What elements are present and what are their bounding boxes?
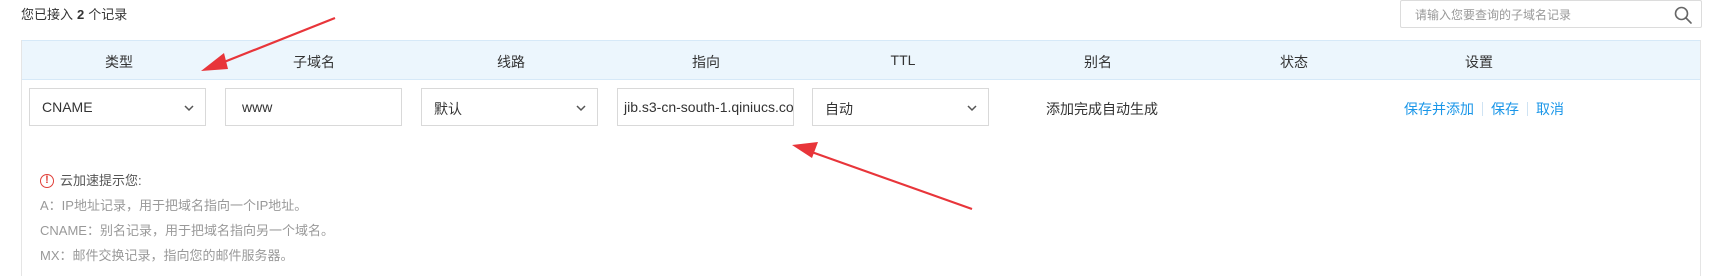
dns-record-table: 类型 子域名 线路 指向 TTL 别名 状态 设置 CNAME www 默认 j… [21,40,1701,276]
tip-line-cname: CNAME：别名记录，用于把域名指向另一个域名。 [40,223,334,238]
cloud-acceleration-tips: ! 云加速提示您: A：IP地址记录，用于把域名指向一个IP地址。 CNAME：… [40,168,334,268]
action-divider [1482,102,1483,116]
line-value: 默认 [434,101,462,117]
tip-line-a: A：IP地址记录，用于把域名指向一个IP地址。 [40,198,308,213]
target-input[interactable]: jib.s3-cn-south-1.qiniucs.com [617,88,794,126]
record-count-suffix: 个记录 [88,7,128,22]
warning-icon: ! [40,173,54,188]
subdomain-value: www [242,99,273,115]
column-header-line: 线路 [497,54,525,70]
action-divider [1527,102,1528,116]
tip-line-mx: MX：邮件交换记录，指向您的邮件服务器。 [40,248,294,263]
column-header-settings: 设置 [1465,54,1493,70]
chevron-down-icon[interactable] [183,101,195,113]
row-actions: 保存并添加 保存 取消 [1404,99,1564,119]
column-header-target: 指向 [692,54,720,70]
record-count-prefix: 您已接入 [21,7,74,22]
tips-title: ! 云加速提示您: [40,168,334,193]
column-header-type: 类型 [105,54,133,70]
line-select[interactable]: 默认 [421,88,598,126]
column-header-subdomain: 子域名 [293,54,335,70]
subdomain-search-box[interactable] [1400,0,1702,28]
alias-auto-note: 添加完成自动生成 [1046,101,1158,117]
cancel-link[interactable]: 取消 [1536,101,1564,117]
record-count-text: 您已接入 2 个记录 [21,4,127,23]
search-icon[interactable] [1673,5,1693,25]
target-value: jib.s3-cn-south-1.qiniucs.com [624,99,794,115]
column-header-alias: 别名 [1084,54,1112,70]
ttl-value: 自动 [825,101,853,117]
save-link[interactable]: 保存 [1491,101,1519,117]
search-input[interactable] [1413,5,1667,25]
chevron-down-icon[interactable] [966,101,978,113]
column-header-status: 状态 [1280,54,1308,70]
ttl-select[interactable]: 自动 [812,88,989,126]
column-header-ttl: TTL [890,52,916,68]
save-and-add-link[interactable]: 保存并添加 [1404,101,1474,117]
record-type-select[interactable]: CNAME [29,88,206,126]
table-header: 类型 子域名 线路 指向 TTL 别名 状态 设置 [22,40,1700,80]
record-type-value: CNAME [42,99,93,115]
subdomain-input[interactable]: www [225,88,402,126]
chevron-down-icon[interactable] [575,101,587,113]
tips-title-text: 云加速提示您: [60,173,142,188]
record-count-number: 2 [77,7,85,22]
